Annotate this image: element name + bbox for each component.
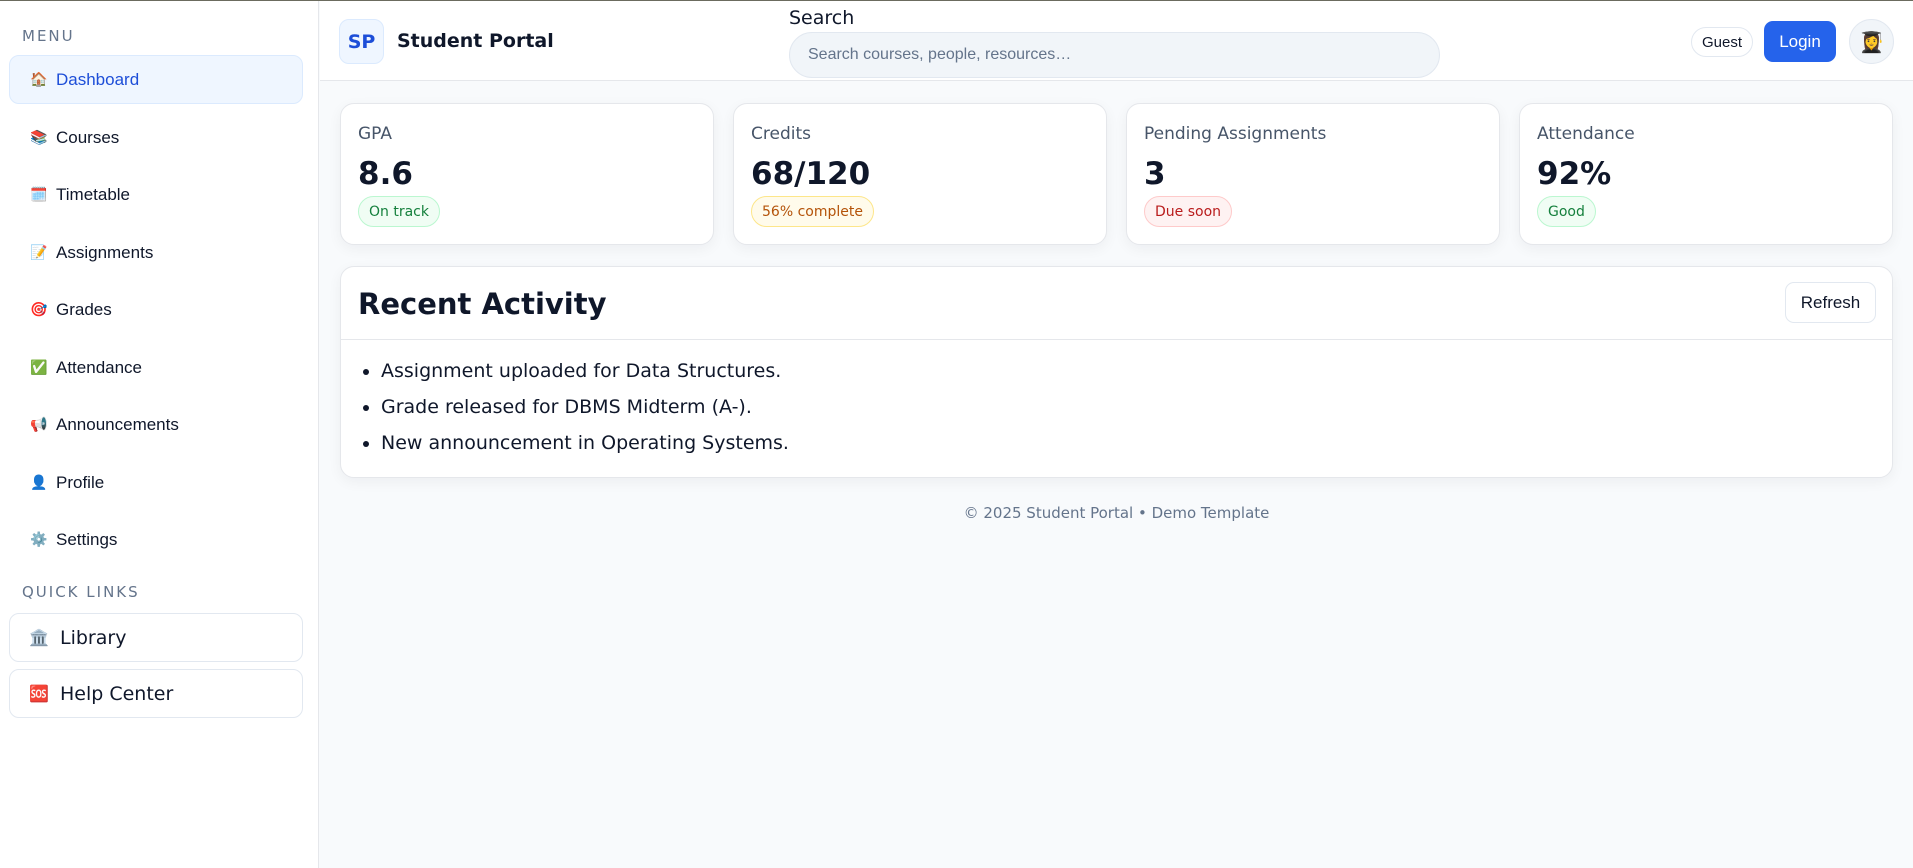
user-icon: 👤 [30, 474, 48, 490]
sidebar-item-label: Settings [56, 529, 118, 549]
sos-icon: 🆘 [29, 684, 49, 703]
stat-card-credits: Credits 68/120 56% complete [733, 103, 1107, 245]
calendar-icon: 🗓️ [30, 186, 48, 202]
quick-link-label: Library [60, 626, 127, 649]
quick-link-help-center[interactable]: 🆘 Help Center [9, 669, 303, 718]
sidebar-item-label: Grades [56, 299, 112, 319]
stat-value: 8.6 [358, 156, 413, 192]
recent-activity-panel: Recent Activity Refresh Assignment uploa… [340, 266, 1893, 478]
stat-label: Pending Assignments [1144, 124, 1327, 144]
gear-icon: ⚙️ [30, 531, 48, 547]
search-input[interactable] [789, 32, 1440, 78]
stat-card-attendance: Attendance 92% Good [1519, 103, 1893, 245]
sidebar-item-dashboard[interactable]: 🏠 Dashboard [9, 55, 303, 104]
stat-label: GPA [358, 124, 392, 144]
sidebar-item-assignments[interactable]: 📝 Assignments [9, 228, 303, 277]
sidebar-item-attendance[interactable]: ✅ Attendance [9, 343, 303, 392]
sidebar: MENU 🏠 Dashboard 📚 Courses 🗓️ Timetable … [0, 1, 319, 868]
top-header: SP Student Portal Search Guest Login 👩‍🎓 [320, 1, 1913, 81]
status-badge: Good [1537, 196, 1596, 227]
app-title: Student Portal [397, 30, 554, 52]
list-item: New announcement in Operating Systems. [381, 432, 789, 468]
books-icon: 📚 [30, 129, 48, 145]
stat-value: 3 [1144, 156, 1166, 192]
quick-link-label: Help Center [60, 682, 174, 705]
quick-link-library[interactable]: 🏛️ Library [9, 613, 303, 662]
guest-badge: Guest [1691, 27, 1754, 57]
stat-card-pending-assignments: Pending Assignments 3 Due soon [1126, 103, 1500, 245]
sidebar-item-settings[interactable]: ⚙️ Settings [9, 515, 303, 564]
stat-value: 68/120 [751, 156, 871, 192]
sidebar-item-label: Announcements [56, 414, 179, 434]
list-item: Grade released for DBMS Midterm (A-). [381, 396, 789, 432]
stat-value: 92% [1537, 156, 1612, 192]
quick-links-section-title: QUICK LINKS [22, 583, 140, 601]
menu-section-title: MENU [22, 27, 75, 45]
stat-card-gpa: GPA 8.6 On track [340, 103, 714, 245]
footer: © 2025 Student Portal • Demo Template [963, 504, 1270, 522]
sidebar-item-grades[interactable]: 🎯 Grades [9, 285, 303, 334]
stat-label: Credits [751, 124, 811, 144]
sidebar-item-courses[interactable]: 📚 Courses [9, 113, 303, 162]
activity-header: Recent Activity Refresh [341, 267, 1892, 340]
sidebar-item-label: Timetable [56, 184, 131, 204]
login-button[interactable]: Login [1764, 21, 1836, 62]
sidebar-item-label: Courses [56, 127, 120, 147]
status-badge: On track [358, 196, 440, 227]
list-item: Assignment uploaded for Data Structures. [381, 360, 789, 396]
stat-label: Attendance [1537, 124, 1635, 144]
refresh-button[interactable]: Refresh [1785, 282, 1876, 323]
sidebar-item-profile[interactable]: 👤 Profile [9, 458, 303, 507]
search-label: Search [789, 7, 855, 29]
sidebar-item-label: Profile [56, 472, 105, 492]
megaphone-icon: 📢 [30, 416, 48, 432]
avatar[interactable]: 👩‍🎓 [1849, 19, 1894, 64]
logo[interactable]: SP [339, 19, 384, 64]
activity-title: Recent Activity [358, 287, 607, 321]
memo-icon: 📝 [30, 244, 48, 260]
sidebar-item-label: Dashboard [56, 69, 140, 89]
status-badge: 56% complete [751, 196, 874, 227]
sidebar-item-label: Attendance [56, 357, 143, 377]
activity-list: Assignment uploaded for Data Structures.… [381, 360, 789, 468]
check-icon: ✅ [30, 359, 48, 375]
home-icon: 🏠 [30, 71, 48, 87]
sidebar-item-label: Assignments [56, 242, 154, 262]
sidebar-item-timetable[interactable]: 🗓️ Timetable [9, 170, 303, 219]
status-badge: Due soon [1144, 196, 1233, 227]
library-icon: 🏛️ [29, 628, 49, 647]
target-icon: 🎯 [30, 301, 48, 317]
sidebar-item-announcements[interactable]: 📢 Announcements [9, 400, 303, 449]
